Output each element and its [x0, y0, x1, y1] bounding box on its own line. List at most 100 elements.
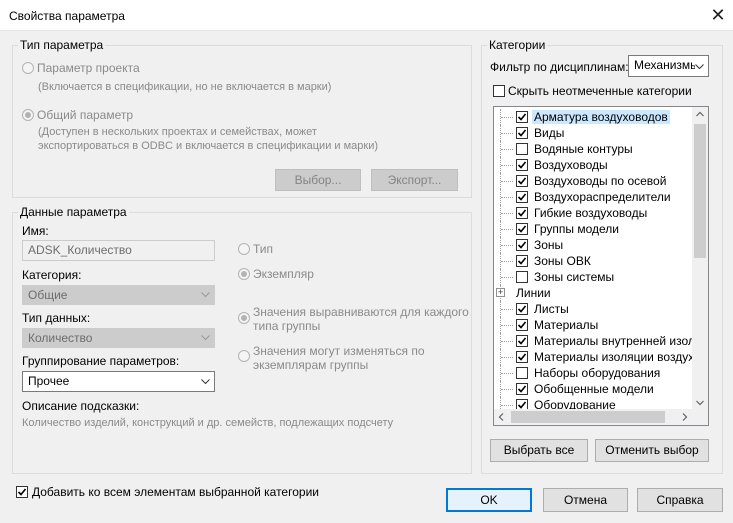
vary-values-label-1: Значения могут изменяться по [253, 344, 425, 358]
tree-branch-line [501, 245, 513, 246]
category-value: Общие [28, 288, 68, 302]
chevron-down-icon [201, 292, 210, 298]
check-icon [17, 488, 27, 496]
close-icon[interactable]: ✕ [703, 0, 733, 30]
ok-button[interactable]: OK [446, 488, 532, 512]
hide-unchecked-checkbox[interactable] [493, 85, 505, 97]
scroll-up-icon[interactable] [696, 111, 704, 117]
category-checkbox[interactable] [516, 351, 528, 363]
category-label: Воздуховоды по осевой [534, 174, 667, 188]
check-icon [517, 161, 527, 169]
scroll-right-icon[interactable] [682, 413, 688, 421]
category-tree[interactable]: Арматура воздуховодов Виды Водяные контуры… [493, 106, 709, 426]
tree-branch-line [501, 197, 513, 198]
data-type-value: Количество [28, 331, 93, 345]
align-values-label-1: Значения выравниваются для каждого [253, 305, 469, 319]
tree-branch-line [501, 325, 513, 326]
tree-branch-line [501, 341, 513, 342]
discipline-filter-combo[interactable]: Механизмы [628, 55, 709, 77]
check-icon [517, 353, 527, 361]
category-checkbox[interactable] [516, 335, 528, 347]
align-values-label-2: типа группы [253, 319, 321, 333]
tree-branch-line [501, 373, 513, 374]
instance-radio-label: Экземпляр [253, 267, 314, 281]
align-values-radio[interactable] [238, 312, 250, 324]
discipline-filter-label: Фильтр по дисциплинам: [490, 60, 629, 74]
name-field[interactable]: ADSK_Количество [22, 240, 215, 261]
category-label: Наборы оборудования [534, 366, 661, 380]
tree-branch-line [501, 117, 513, 118]
category-checkbox[interactable] [516, 175, 528, 187]
category-checkbox[interactable] [516, 127, 528, 139]
category-checkbox[interactable] [516, 367, 528, 379]
select-all-button[interactable]: Выбрать все [490, 439, 588, 462]
type-radio-label: Тип [253, 242, 274, 256]
category-combo[interactable]: Общие [22, 285, 215, 305]
category-label: Воздуховоды [534, 158, 608, 172]
export-button[interactable]: Экспорт... [371, 169, 458, 191]
category-label: Зоны ОВК [534, 254, 591, 268]
tree-branch-line [501, 389, 513, 390]
category-label: Материалы [534, 318, 599, 332]
type-radio[interactable] [238, 243, 250, 255]
add-to-all-checkbox[interactable] [16, 486, 28, 498]
category-checkbox[interactable] [516, 271, 528, 283]
scroll-corner [692, 409, 708, 425]
expand-icon[interactable]: + [496, 288, 505, 297]
group-label: Группирование параметров: [22, 354, 180, 368]
chevron-down-icon [201, 379, 210, 385]
hide-unchecked-label: Скрыть неотмеченные категории [508, 84, 692, 98]
data-type-combo[interactable]: Количество [22, 328, 215, 348]
param-type-title: Тип параметра [18, 38, 106, 52]
category-checkbox[interactable] [516, 143, 528, 155]
vary-values-label-2: экземплярам группы [253, 358, 369, 372]
horizontal-scrollbar[interactable] [494, 409, 692, 425]
check-icon [517, 305, 527, 313]
category-checkbox[interactable] [516, 303, 528, 315]
discipline-filter-value: Механизмы [634, 58, 699, 72]
scroll-thumb[interactable] [694, 124, 706, 258]
category-checkbox[interactable] [516, 223, 528, 235]
tooltip-label: Описание подсказки: [22, 399, 140, 413]
project-param-radio[interactable] [22, 62, 34, 74]
category-label: Листы [534, 302, 569, 316]
vary-values-radio[interactable] [238, 350, 250, 362]
deselect-button[interactable]: Отменить выбор [595, 439, 709, 462]
category-checkbox[interactable] [516, 239, 528, 251]
shared-param-desc-2: экспортироваться в ODBC и включается в с… [38, 140, 379, 152]
category-label: Зоны [534, 238, 564, 252]
tree-branch-line [501, 277, 513, 278]
check-icon [517, 385, 527, 393]
cancel-button[interactable]: Отмена [543, 488, 628, 512]
shared-param-radio[interactable] [22, 109, 34, 121]
check-icon [517, 113, 527, 121]
category-checkbox[interactable] [516, 111, 528, 123]
select-button[interactable]: Выбор... [275, 169, 361, 191]
group-value: Прочее [28, 374, 70, 388]
category-label: Гибкие воздуховоды [534, 206, 648, 220]
check-icon [517, 209, 527, 217]
tree-branch-line [501, 133, 513, 134]
instance-radio[interactable] [238, 268, 250, 280]
hscroll-thumb[interactable] [511, 411, 665, 423]
category-label: Арматура воздуховодов [532, 110, 670, 124]
category-label: Зоны системы [534, 270, 615, 284]
title-bar: Свойства параметра ✕ [0, 0, 733, 31]
category-label: Воздухораспределители [534, 190, 671, 204]
category-checkbox[interactable] [516, 159, 528, 171]
category-checkbox[interactable] [516, 207, 528, 219]
vertical-scrollbar[interactable] [692, 107, 708, 409]
category-checkbox[interactable] [516, 255, 528, 267]
tree-branch-line [501, 165, 513, 166]
category-checkbox[interactable] [516, 191, 528, 203]
category-checkbox[interactable] [516, 383, 528, 395]
group-combo[interactable]: Прочее [22, 371, 215, 392]
scroll-down-icon[interactable] [696, 400, 704, 406]
category-label: Группы модели [534, 222, 619, 236]
tree-branch-line [501, 261, 513, 262]
category-list: Арматура воздуховодов Виды Водяные контуры… [494, 109, 692, 411]
scroll-left-icon[interactable] [498, 413, 504, 421]
category-checkbox[interactable] [516, 319, 528, 331]
help-button[interactable]: Справка [637, 488, 723, 512]
category-label: Материалы внутренней изоляции [534, 334, 692, 348]
